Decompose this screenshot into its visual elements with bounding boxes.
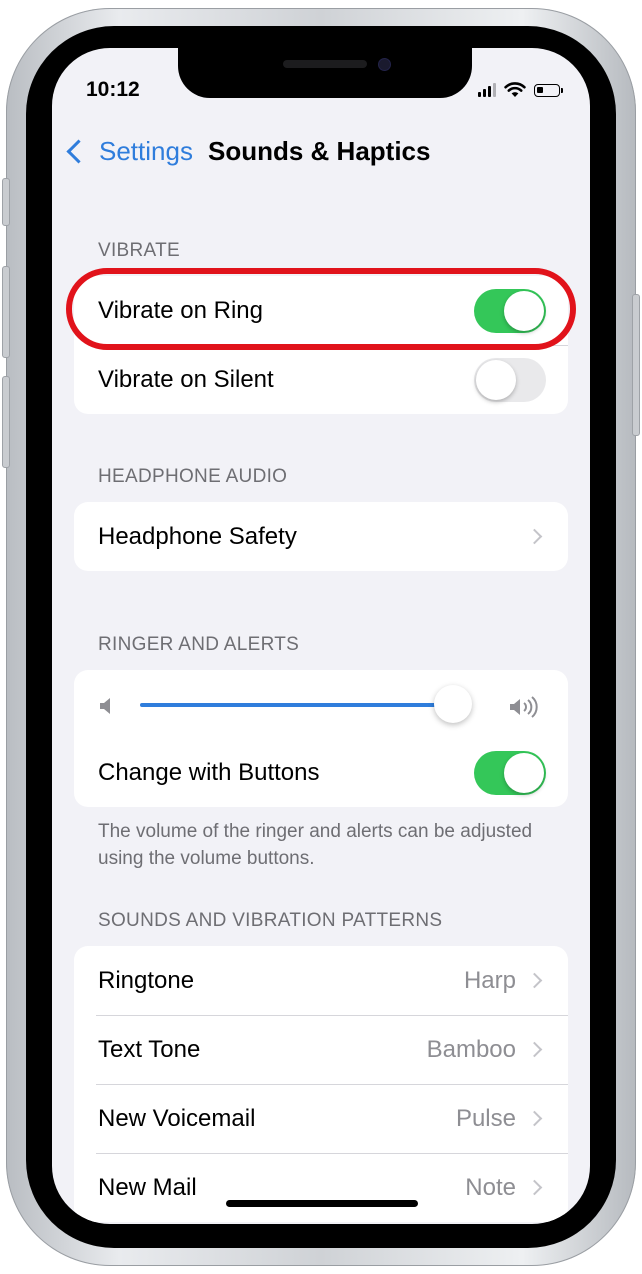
- row-label: Ringtone: [98, 966, 195, 994]
- battery-icon: [534, 83, 563, 97]
- home-indicator[interactable]: [226, 1200, 418, 1207]
- screen: 10:12 Settings Sounds & Haptics VIBRATE …: [52, 48, 590, 1224]
- row-label: Vibrate on Silent: [98, 365, 274, 393]
- vibrate-on-silent-toggle[interactable]: [474, 357, 546, 402]
- row-label: Headphone Safety: [98, 522, 297, 550]
- earpiece-speaker: [283, 60, 367, 68]
- vibrate-on-silent-row: Vibrate on Silent: [74, 345, 568, 414]
- chevron-right-icon: [526, 972, 543, 989]
- text-tone-row[interactable]: Text Tone Bamboo: [74, 1015, 568, 1084]
- highlight-ring-annotation: [66, 268, 576, 350]
- page-title: Sounds & Haptics: [208, 136, 431, 166]
- row-label: New Voicemail: [98, 1104, 256, 1132]
- wifi-icon: [504, 82, 526, 97]
- ringer-footer-note: The volume of the ringer and alerts can …: [98, 821, 533, 869]
- speaker-low-icon: [100, 698, 110, 714]
- volume-slider-track[interactable]: [140, 703, 453, 707]
- notch: [178, 48, 472, 98]
- chevron-right-icon: [526, 1041, 543, 1058]
- volume-up-button: [2, 266, 10, 358]
- volume-slider-thumb[interactable]: [434, 685, 472, 723]
- row-value: Pulse: [455, 1104, 516, 1132]
- section-header-sounds-patterns: SOUNDS AND VIBRATION PATTERNS: [98, 910, 443, 931]
- sounds-patterns-group: Ringtone Harp Text Tone Bamboo New Voice…: [74, 946, 568, 1222]
- change-with-buttons-row: Change with Buttons: [74, 738, 568, 807]
- status-time: 10:12: [86, 78, 140, 101]
- headphone-audio-group: Headphone Safety: [74, 502, 568, 571]
- row-label: Text Tone: [98, 1035, 201, 1063]
- back-button[interactable]: Settings: [64, 136, 193, 167]
- chevron-right-icon: [526, 1179, 543, 1196]
- section-header-ringer-and-alerts: RINGER AND ALERTS: [98, 634, 300, 655]
- row-value: Bamboo: [426, 1035, 516, 1063]
- navigation-bar: Settings Sounds & Haptics: [52, 136, 590, 176]
- front-camera: [378, 58, 391, 71]
- ringtone-row[interactable]: Ringtone Harp: [74, 946, 568, 1015]
- mute-switch: [2, 178, 10, 226]
- chevron-right-icon: [526, 1110, 543, 1127]
- signal-icon: [478, 83, 496, 97]
- section-header-vibrate: VIBRATE: [98, 240, 180, 261]
- ringer-group: Change with Buttons: [74, 670, 568, 807]
- back-label: Settings: [99, 136, 193, 166]
- volume-slider-row: [74, 670, 568, 738]
- section-header-headphone-audio: HEADPHONE AUDIO: [98, 466, 288, 487]
- new-voicemail-row[interactable]: New Voicemail Pulse: [74, 1084, 568, 1153]
- row-label: Change with Buttons: [98, 758, 320, 786]
- row-value: Harp: [463, 966, 516, 994]
- change-with-buttons-toggle[interactable]: [474, 750, 546, 795]
- row-value: Note: [465, 1173, 516, 1201]
- power-button: [632, 294, 640, 436]
- status-icons: [478, 82, 563, 98]
- new-mail-row[interactable]: New Mail Note: [74, 1153, 568, 1222]
- chevron-right-icon: [526, 528, 543, 545]
- row-label: New Mail: [98, 1173, 197, 1201]
- headphone-safety-row[interactable]: Headphone Safety: [74, 502, 568, 571]
- speaker-high-icon: [510, 696, 538, 718]
- back-chevron-icon: [66, 139, 91, 164]
- volume-down-button: [2, 376, 10, 468]
